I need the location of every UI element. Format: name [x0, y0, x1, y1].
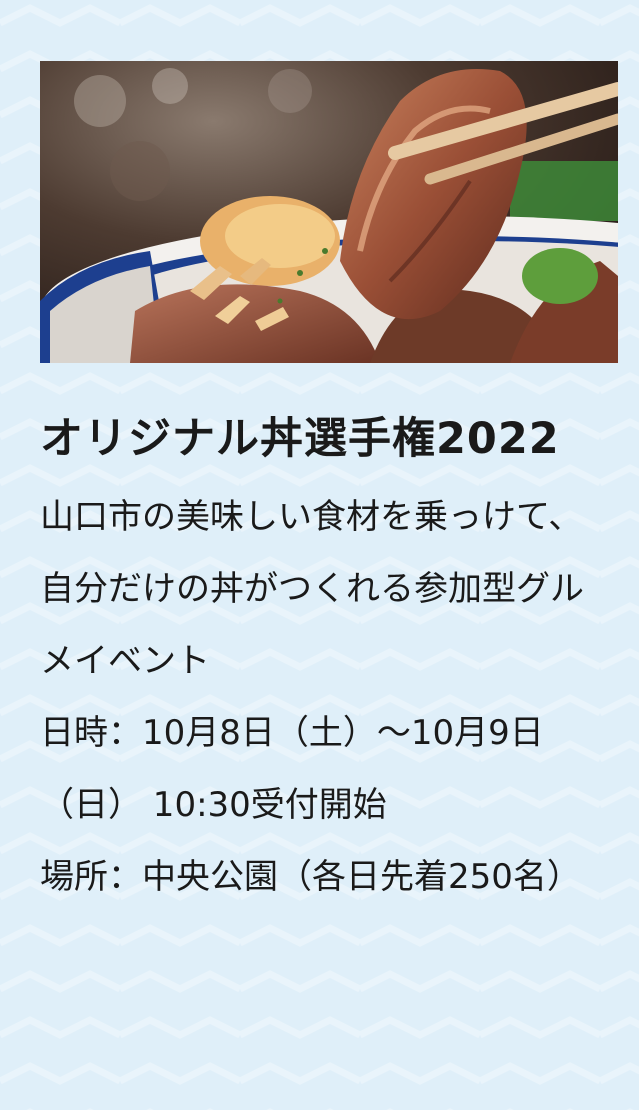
- event-photo: [40, 61, 618, 363]
- event-location: 場所：中央公園（各日先着250名）: [40, 857, 581, 897]
- event-card[interactable]: オリジナル丼選手権2022 山口市の美味しい食材を乗っけて、自分だけの丼がつくれ…: [0, 0, 639, 913]
- event-datetime: 日時：10月8日（土）〜10月9日（日） 10:30受付開始: [40, 713, 544, 825]
- event-title: オリジナル丼選手権2022: [40, 414, 560, 464]
- event-description: 山口市の美味しい食材を乗っけて、自分だけの丼がつくれる参加型グルメイベント: [40, 497, 584, 681]
